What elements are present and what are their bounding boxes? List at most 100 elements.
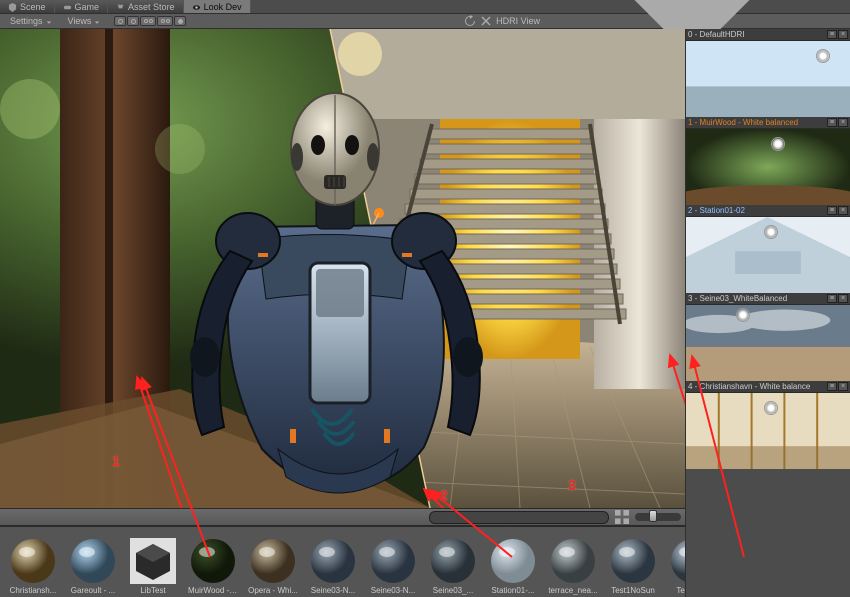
- hdri-thumb[interactable]: Opera - Whi...: [248, 538, 298, 595]
- views-dropdown[interactable]: Views: [62, 15, 107, 27]
- hdri-header: 1 - MuirWood - White balanced ≡ ×: [686, 117, 850, 129]
- hdri-thumb[interactable]: Seine03_...: [428, 538, 478, 595]
- sun-icon[interactable]: [764, 225, 778, 239]
- gamepad-icon: [63, 3, 72, 12]
- hdri-thumb[interactable]: terrace_nea...: [548, 538, 598, 595]
- hdri-close-button[interactable]: ×: [838, 30, 848, 39]
- annotation-2: 2: [440, 487, 448, 503]
- thumb-label: terrace_nea...: [548, 586, 598, 595]
- annotation-3: 3: [568, 477, 576, 493]
- sphere-preview: [550, 538, 596, 584]
- sphere-preview: [190, 538, 236, 584]
- hdri-slot[interactable]: 2 - Station01-02 ≡ ×: [686, 205, 850, 293]
- thumb-label: Gareoult - ...: [68, 586, 118, 595]
- hdri-name: 2 - Station01-02: [688, 206, 745, 215]
- sphere-preview: [70, 538, 116, 584]
- hdri-options-button[interactable]: ≡: [827, 30, 837, 39]
- sphere-preview: [610, 538, 656, 584]
- view-mode-dot[interactable]: [174, 16, 186, 26]
- sun-icon[interactable]: [764, 401, 778, 415]
- cube-icon: [8, 3, 17, 12]
- sphere-preview: [10, 538, 56, 584]
- hdri-thumb[interactable]: Christiansh...: [8, 538, 58, 595]
- hdri-options-button[interactable]: ≡: [827, 294, 837, 303]
- thumb-label: Christiansh...: [8, 586, 58, 595]
- look-dev-viewport[interactable]: 1 2 3: [0, 29, 685, 508]
- settings-label: Settings: [10, 16, 43, 26]
- hdri-thumbnail-shelf: Christiansh... Gareoult - ... LibTest Mu…: [0, 526, 685, 597]
- hdri-close-button[interactable]: ×: [838, 294, 848, 303]
- sun-icon[interactable]: [816, 49, 830, 63]
- thumb-label: MuirWood - ...: [188, 586, 238, 595]
- hdri-close-button[interactable]: ×: [838, 382, 848, 391]
- hdri-close-button[interactable]: ×: [838, 118, 848, 127]
- hdri-options-button[interactable]: ≡: [827, 118, 837, 127]
- tab-asset-store[interactable]: Asset Store: [108, 0, 184, 13]
- sphere-preview: [130, 538, 176, 584]
- grid-view-icon[interactable]: [615, 510, 629, 524]
- sun-icon[interactable]: [771, 137, 785, 151]
- view-mode-split-v[interactable]: [157, 16, 173, 26]
- hdri-name: 1 - MuirWood - White balanced: [688, 118, 798, 127]
- hdri-slot[interactable]: 3 - Seine03_WhiteBalanced ≡ ×: [686, 293, 850, 381]
- thumb-label: Test1NoSun: [608, 586, 658, 595]
- viewport-scene: [0, 29, 685, 508]
- tab-label: Scene: [20, 2, 46, 12]
- tab-label: Game: [75, 2, 100, 12]
- hdri-header: 3 - Seine03_WhiteBalanced ≡ ×: [686, 293, 850, 305]
- thumb-label: Station01-...: [488, 586, 538, 595]
- view-mode-single-1[interactable]: [114, 16, 126, 26]
- hdri-options-button[interactable]: ≡: [827, 206, 837, 215]
- hdri-header: 2 - Station01-02 ≡ ×: [686, 205, 850, 217]
- hdri-thumb[interactable]: LibTest: [128, 538, 178, 595]
- sphere-preview: [370, 538, 416, 584]
- sphere-preview: [490, 538, 536, 584]
- hdri-thumb[interactable]: Seine03-N...: [308, 538, 358, 595]
- view-mode-single-2[interactable]: [127, 16, 139, 26]
- hdri-slot[interactable]: 4 - Christianshavn - White balance ≡ ×: [686, 381, 850, 469]
- hdri-thumb[interactable]: Gareoult - ...: [68, 538, 118, 595]
- hdri-slot[interactable]: 0 - DefaultHDRI ≡ ×: [686, 29, 850, 117]
- hdri-thumb[interactable]: Seine03-N...: [368, 538, 418, 595]
- sphere-preview: [430, 538, 476, 584]
- hdri-options-button[interactable]: ≡: [827, 382, 837, 391]
- eye-icon: [192, 3, 201, 12]
- views-label: Views: [68, 16, 92, 26]
- search-input[interactable]: [429, 511, 609, 524]
- annotation-1: 1: [112, 453, 120, 469]
- cart-icon: [116, 3, 125, 12]
- tab-game[interactable]: Game: [55, 0, 109, 13]
- hdri-preview[interactable]: [686, 393, 850, 469]
- hdri-preview[interactable]: [686, 41, 850, 117]
- hdri-close-button[interactable]: ×: [838, 206, 848, 215]
- close-icon[interactable]: [480, 15, 492, 27]
- hdri-preview[interactable]: [686, 305, 850, 381]
- thumb-size-slider[interactable]: [635, 513, 681, 521]
- hdri-thumb[interactable]: MuirWood - ...: [188, 538, 238, 595]
- tab-scene[interactable]: Scene: [0, 0, 55, 13]
- refresh-icon[interactable]: [464, 15, 476, 27]
- hdri-slot[interactable]: 1 - MuirWood - White balanced ≡ ×: [686, 117, 850, 205]
- hdri-name: 0 - DefaultHDRI: [688, 30, 744, 39]
- hdri-name: 3 - Seine03_WhiteBalanced: [688, 294, 787, 303]
- thumb-label: LibTest: [128, 586, 178, 595]
- hdri-preview[interactable]: [686, 217, 850, 293]
- sphere-preview: [310, 538, 356, 584]
- settings-dropdown[interactable]: Settings: [4, 15, 58, 27]
- hdri-header: 4 - Christianshavn - White balance ≡ ×: [686, 381, 850, 393]
- thumb-label: Seine03-N...: [308, 586, 358, 595]
- hdri-thumb[interactable]: Station01-...: [488, 538, 538, 595]
- hdri-header: 0 - DefaultHDRI ≡ ×: [686, 29, 850, 41]
- sun-icon[interactable]: [736, 308, 750, 322]
- hdri-thumb[interactable]: Test1NoSun: [608, 538, 658, 595]
- tab-label: Asset Store: [128, 2, 175, 12]
- caret-down-icon: [94, 18, 100, 24]
- hdri-name: 4 - Christianshavn - White balance: [688, 382, 810, 391]
- tab-label: Look Dev: [204, 2, 242, 12]
- caret-down-icon: [46, 18, 52, 24]
- view-mode-split-h[interactable]: [140, 16, 156, 26]
- hdri-preview[interactable]: [686, 129, 850, 205]
- hdri-side-list: 0 - DefaultHDRI ≡ × 1 - MuirWood - White…: [685, 29, 850, 597]
- tab-look-dev[interactable]: Look Dev: [184, 0, 251, 13]
- sphere-preview: [250, 538, 296, 584]
